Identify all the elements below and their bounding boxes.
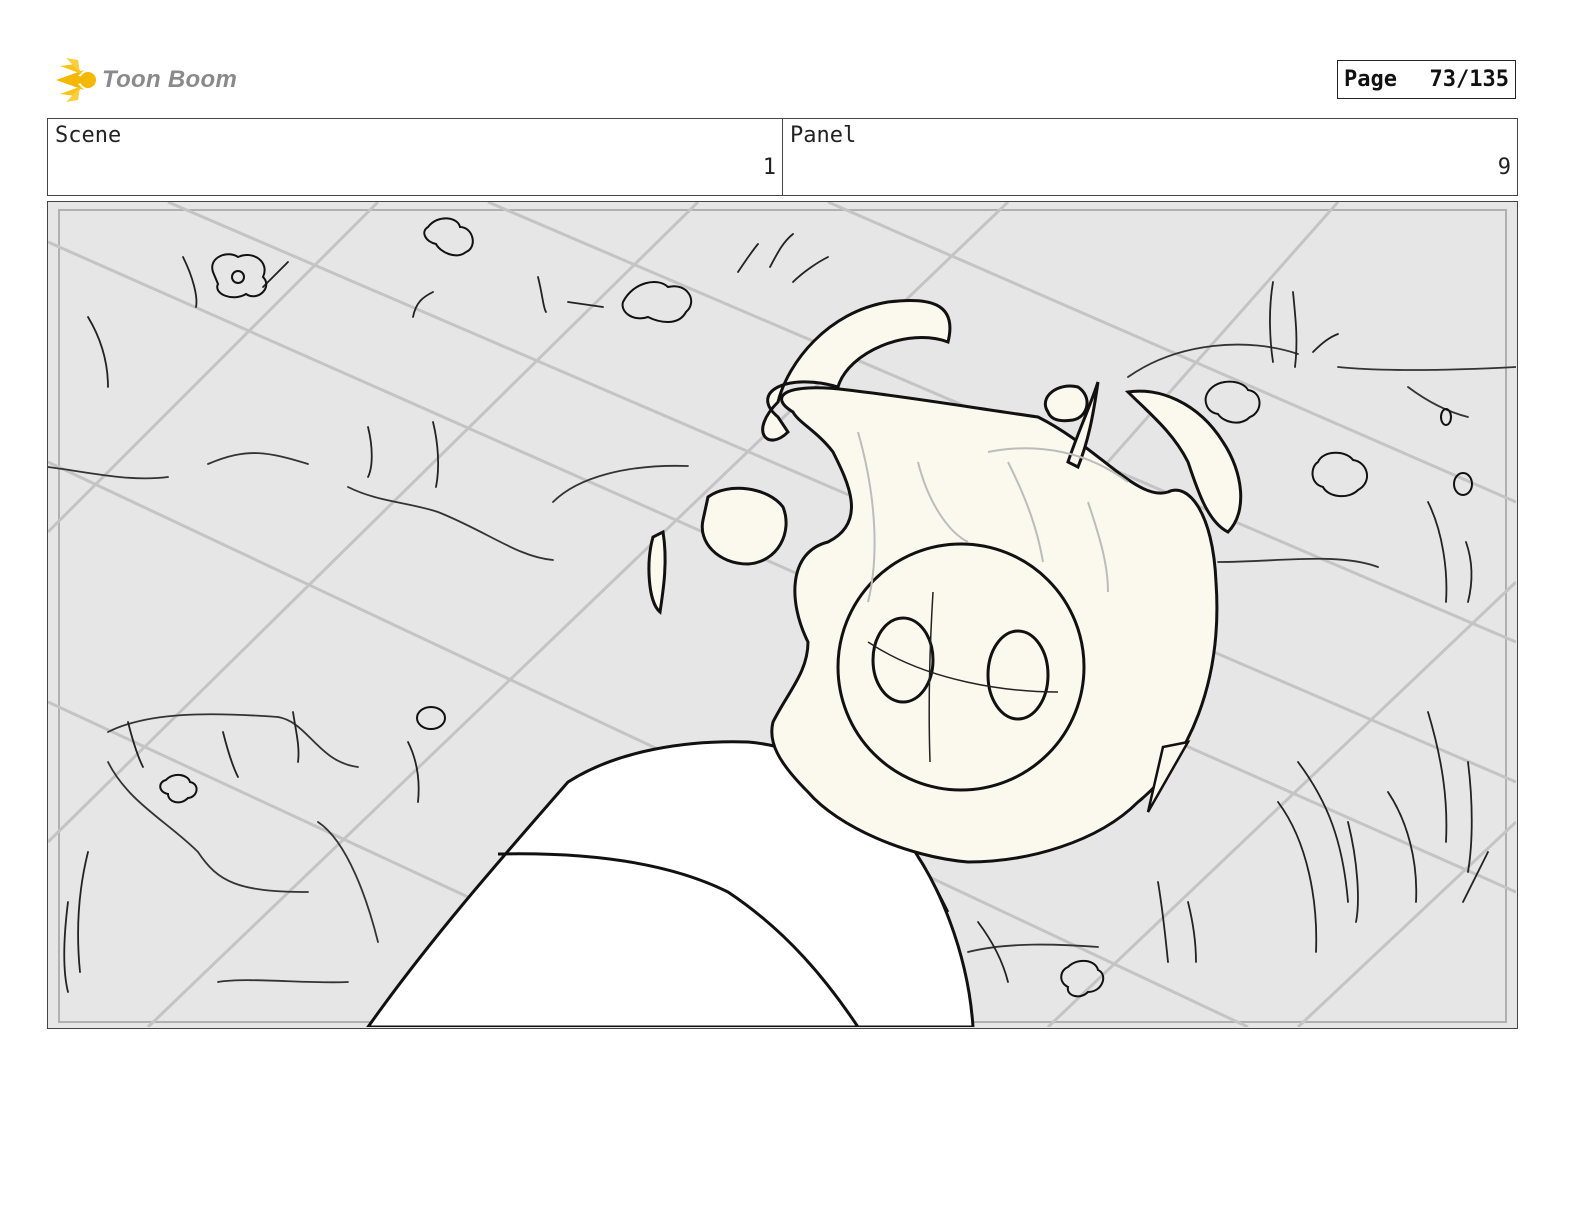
panel-cell: Panel 9 [783, 119, 1517, 195]
scene-number: 1 [762, 155, 776, 180]
storyboard-sketch [48, 202, 1516, 1027]
floating-blob [700, 486, 788, 566]
scene-cell: Scene 1 [48, 119, 783, 195]
right-eye [986, 629, 1050, 721]
hair-tuft [1044, 384, 1089, 423]
panel-number: 9 [1497, 155, 1511, 180]
storyboard-header: Scene 1 Panel 9 [47, 118, 1518, 196]
panel-label: Panel [790, 123, 857, 148]
logo-text: Toon Boom [102, 66, 238, 93]
storyboard-panel-frame [47, 201, 1518, 1029]
toon-boom-burst-icon [56, 58, 96, 102]
floating-sliver [647, 529, 667, 615]
scene-label: Scene [55, 123, 122, 148]
left-eye [871, 616, 935, 704]
toon-boom-logo: Toon Boom [50, 52, 250, 108]
page-number: 73/135 [1429, 67, 1509, 92]
page-label: Page [1344, 67, 1397, 92]
page-indicator: Page 73/135 [1337, 60, 1516, 99]
